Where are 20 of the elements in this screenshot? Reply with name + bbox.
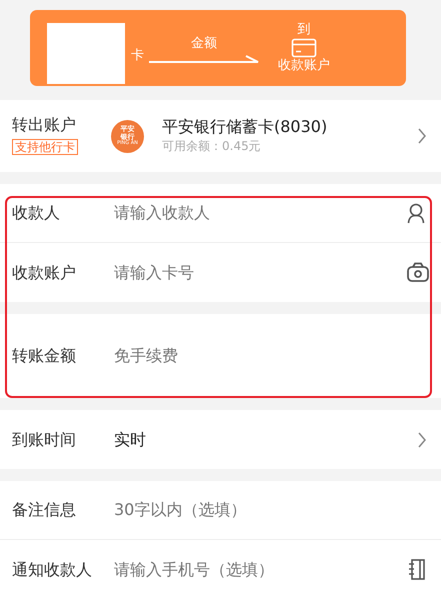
to-label: 到 (298, 22, 310, 38)
card-icon (291, 38, 317, 58)
chevron-icon (417, 128, 427, 144)
time-select[interactable]: 到账时间 实时 (0, 410, 441, 469)
field-label: 收款账户 (12, 262, 77, 284)
destination-label: 收款账户 (278, 58, 330, 74)
field-label: 到账时间 (12, 428, 77, 450)
chevron-icon (417, 432, 427, 448)
select-value: 实时 (114, 428, 146, 450)
field-label: 转出账户 (12, 115, 77, 136)
account-name: 平安银行储蓄卡(8030) (162, 116, 328, 138)
field-label: 收款人 (12, 202, 61, 224)
support-tag: 支持他行卡 (12, 139, 78, 156)
camera-icon (407, 262, 429, 283)
field-label: 备注信息 (12, 499, 77, 521)
source-label: 卡 (131, 46, 144, 65)
field-label: 转账金额 (12, 345, 77, 367)
field-label: 通知收款人 (12, 558, 93, 580)
balance-text: 可用余额：0.45元 (162, 138, 262, 156)
amount-label: 金额 (191, 36, 217, 50)
